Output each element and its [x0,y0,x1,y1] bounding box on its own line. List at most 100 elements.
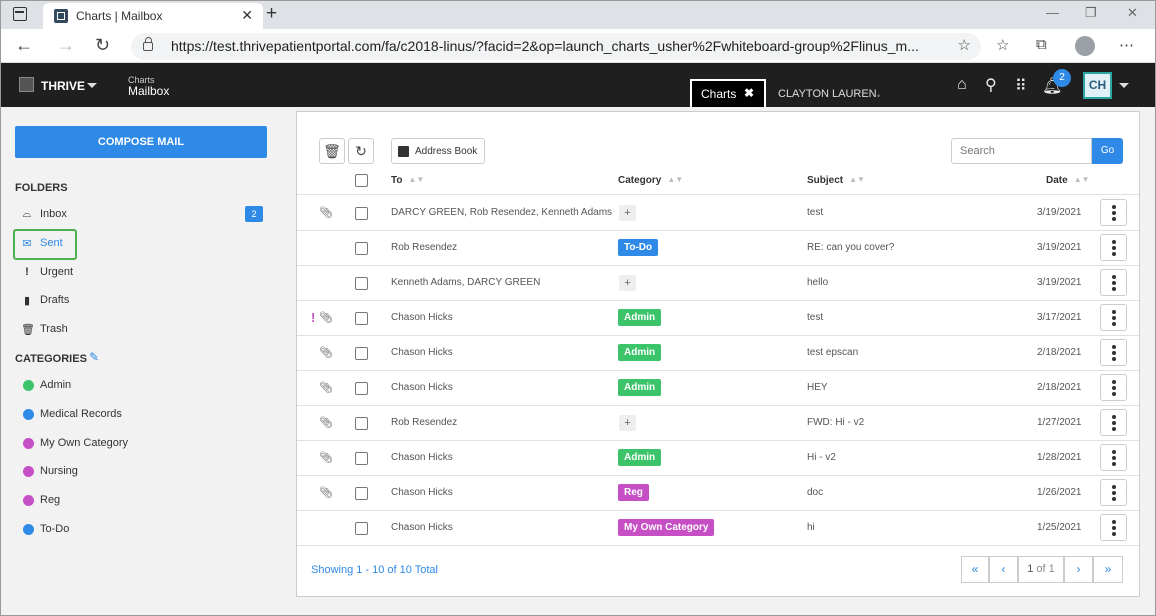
refresh-button[interactable]: ↻ [348,138,374,164]
collections-icon[interactable]: ⧉ [1036,36,1047,53]
row-checkbox[interactable] [355,487,368,500]
row-subject[interactable]: doc [807,487,823,498]
search-go-button[interactable]: Go [1092,138,1123,164]
brand-chevron-down-icon[interactable] [87,83,97,88]
row-subject[interactable]: test [807,312,823,323]
sidebar-item-drafts[interactable]: ▮ Drafts [15,290,265,312]
row-actions-button[interactable] [1100,409,1127,436]
tab-charts[interactable]: Charts ✖ [690,79,766,107]
add-category-button[interactable]: + [619,415,636,431]
favorite-icon[interactable]: ☆ [958,36,971,54]
page-current[interactable]: 1 [1027,563,1033,575]
close-chart-tab-icon[interactable]: ✖ [744,86,754,100]
category-tag[interactable]: My Own Category [618,519,715,536]
patient-name[interactable]: CLAYTON LAUREN [778,88,877,100]
prev-page-button[interactable]: ‹ [989,556,1018,583]
row-subject[interactable]: RE: can you cover? [807,242,894,253]
row-actions-button[interactable] [1100,199,1127,226]
address-book-button[interactable]: Address Book [391,138,485,164]
row-to[interactable]: Chason Hicks [391,522,453,533]
sidebar-category-admin[interactable]: Admin [15,375,265,397]
close-window-icon[interactable]: ✕ [1127,5,1138,21]
column-header-date[interactable]: Date ▲▼ [1046,175,1090,186]
sidebar-category-medical-records[interactable]: Medical Records [15,404,265,426]
category-tag[interactable]: Admin [618,449,662,466]
restore-icon[interactable]: ❐ [1085,5,1097,21]
row-actions-button[interactable] [1100,444,1127,471]
column-header-category[interactable]: Category ▲▼ [618,175,683,186]
row-actions-button[interactable] [1100,514,1127,541]
forward-icon[interactable]: → [57,35,75,56]
minimize-icon[interactable]: — [1046,5,1059,20]
row-to[interactable]: Chason Hicks [391,452,453,463]
category-tag[interactable]: Admin [618,344,662,361]
next-page-button[interactable]: › [1064,556,1093,583]
row-actions-button[interactable] [1100,479,1127,506]
user-menu-chevron-down-icon[interactable] [1119,83,1129,88]
row-checkbox[interactable] [355,522,368,535]
delete-button[interactable]: 🗑︎ [319,138,345,164]
row-checkbox[interactable] [355,242,368,255]
sidebar-item-sent[interactable]: ✉ Sent [15,233,265,255]
browser-profile-icon[interactable] [1075,36,1095,56]
row-checkbox[interactable] [355,382,368,395]
row-subject[interactable]: HEY [807,382,828,393]
address-bar[interactable]: https://test.thrivepatientportal.com/fa/… [131,33,981,60]
row-subject[interactable]: hello [807,277,828,288]
compose-mail-button[interactable]: COMPOSE MAIL [15,126,267,158]
home-icon[interactable]: ⌂ [957,76,967,94]
row-subject[interactable]: test [807,207,823,218]
row-checkbox[interactable] [355,452,368,465]
category-tag[interactable]: Admin [618,379,662,396]
apps-grid-icon[interactable]: ⠿ [1015,76,1027,96]
select-all-checkbox[interactable] [355,174,368,187]
row-actions-button[interactable] [1100,374,1127,401]
category-tag[interactable]: To-Do [618,239,659,256]
row-to[interactable]: Chason Hicks [391,487,453,498]
row-actions-button[interactable] [1100,304,1127,331]
url-text[interactable]: https://test.thrivepatientportal.com/fa/… [171,38,919,54]
sidebar-category-nursing[interactable]: Nursing [15,461,265,483]
add-category-button[interactable]: + [619,275,636,291]
sidebar-item-trash[interactable]: 🗑︎ Trash [15,319,265,341]
sidebar-category-to-do[interactable]: To-Do [15,519,265,541]
row-to[interactable]: Kenneth Adams, DARCY GREEN [391,277,540,288]
row-to[interactable]: Rob Resendez [391,242,457,253]
row-checkbox[interactable] [355,312,368,325]
row-subject[interactable]: Hi - v2 [807,452,836,463]
search-input[interactable] [951,138,1092,164]
new-tab-icon[interactable]: + [266,3,277,25]
sidebar-category-reg[interactable]: Reg [15,490,265,512]
category-tag[interactable]: Admin [618,309,662,326]
column-header-to[interactable]: To ▲▼ [391,175,424,186]
column-header-subject[interactable]: Subject ▲▼ [807,175,865,186]
edit-categories-pencil-icon[interactable]: ✎ [89,350,99,364]
browser-tab[interactable]: Charts | Mailbox ✕ [43,3,263,29]
row-to[interactable]: Rob Resendez [391,417,457,428]
category-tag[interactable]: Reg [618,484,649,501]
reload-icon[interactable]: ↻ [95,35,110,56]
brand-name[interactable]: THRIVE [41,79,85,93]
row-to[interactable]: Chason Hicks [391,382,453,393]
row-to[interactable]: Chason Hicks [391,347,453,358]
sidebar-item-inbox[interactable]: ⌓ Inbox 2 [15,204,265,226]
row-actions-button[interactable] [1100,234,1127,261]
row-subject[interactable]: hi [807,522,815,533]
row-checkbox[interactable] [355,347,368,360]
row-to[interactable]: Chason Hicks [391,312,453,323]
row-to[interactable]: DARCY GREEN, Rob Resendez, Kenneth Adams [391,207,612,218]
back-icon[interactable]: ← [15,35,33,56]
row-checkbox[interactable] [355,277,368,290]
row-actions-button[interactable] [1100,339,1127,366]
window-menu-icon[interactable] [13,7,27,21]
row-subject[interactable]: test epscan [807,347,858,358]
sidebar-category-my-own-category[interactable]: My Own Category [15,433,265,455]
last-page-button[interactable]: » [1093,556,1123,583]
close-tab-icon[interactable]: ✕ [241,7,253,24]
row-checkbox[interactable] [355,417,368,430]
more-icon[interactable]: ⋯ [1119,36,1134,54]
row-subject[interactable]: FWD: Hi - v2 [807,417,864,428]
add-category-button[interactable]: + [619,205,636,221]
first-page-button[interactable]: « [961,556,989,583]
search-icon[interactable]: ⚲ [985,75,997,95]
